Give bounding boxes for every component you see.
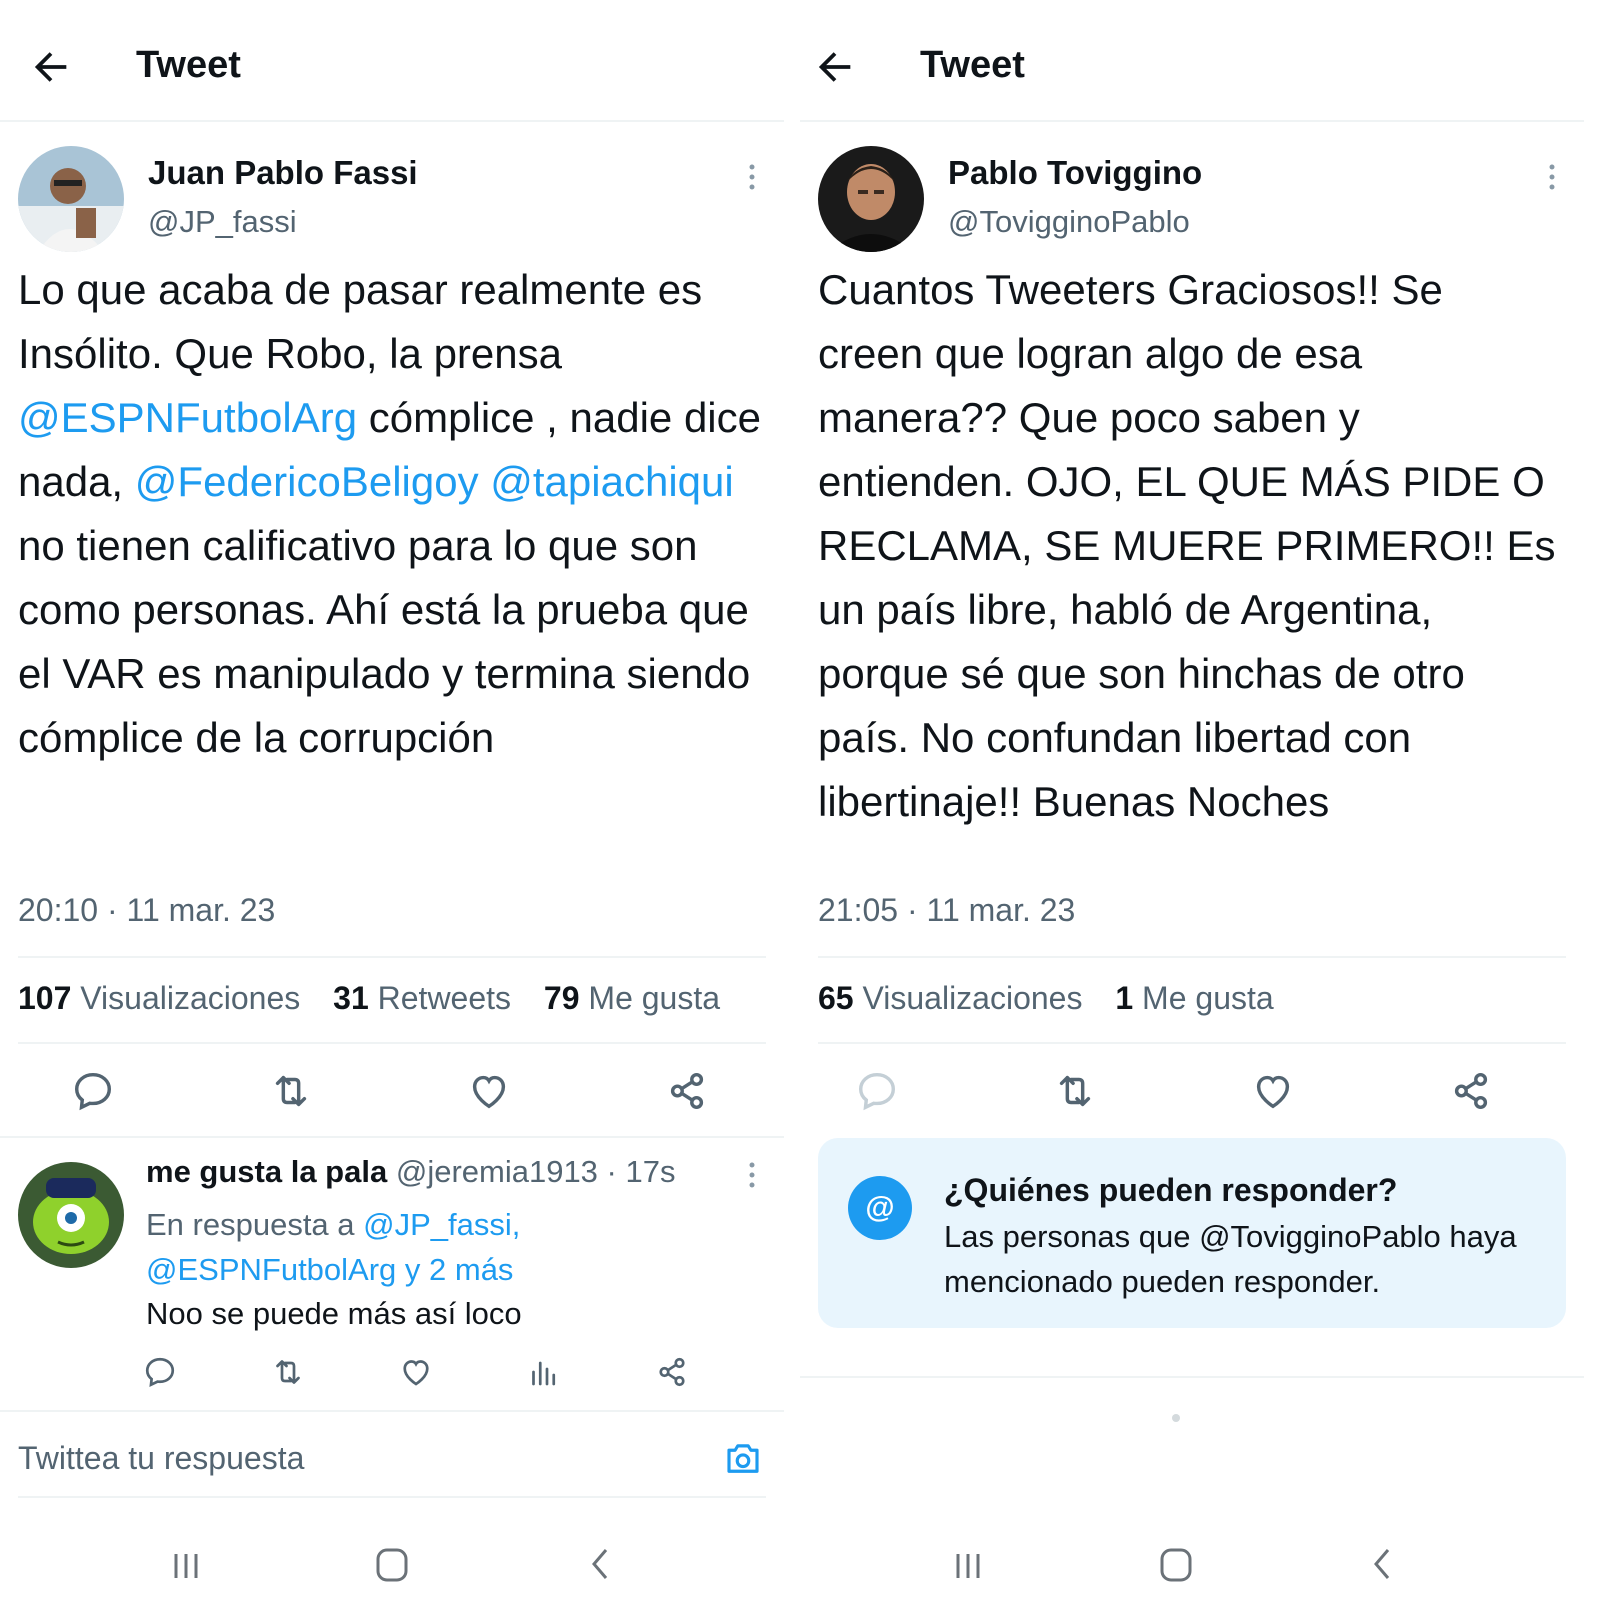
stat-label: Visualizaciones	[80, 980, 301, 1016]
nav-home-icon[interactable]	[372, 1542, 412, 1582]
author-name[interactable]: Juan Pablo Fassi	[148, 154, 418, 192]
divider	[18, 1042, 766, 1044]
divider	[18, 956, 766, 958]
stat-number: 107	[18, 980, 72, 1016]
divider	[0, 1136, 784, 1138]
reply-icon[interactable]	[142, 1354, 178, 1390]
tweet-actions	[0, 1068, 784, 1118]
tweet-actions	[800, 1068, 1584, 1118]
avatar[interactable]	[18, 146, 124, 252]
stat-label: Visualizaciones	[862, 980, 1083, 1016]
more-vertical-icon[interactable]	[746, 1160, 758, 1190]
loading-dot	[1172, 1414, 1180, 1422]
author-handle[interactable]: @TovigginoPablo	[948, 204, 1190, 240]
text-segment: no tienen calificativo para lo que son c…	[18, 522, 751, 761]
stat-number: 65	[818, 980, 854, 1016]
stat-number: 79	[543, 980, 580, 1016]
more-vertical-icon[interactable]	[746, 162, 758, 192]
reply-avatar[interactable]	[18, 1162, 124, 1268]
nav-recents-icon[interactable]	[166, 1542, 206, 1582]
stat-number: 31	[333, 980, 369, 1016]
retweet-icon[interactable]	[270, 1354, 306, 1390]
reply-author-name[interactable]: me gusta la pala	[146, 1154, 387, 1189]
stat-label: Me gusta	[1142, 980, 1274, 1016]
reply-actions	[0, 1354, 784, 1394]
divider	[818, 956, 1566, 958]
share-icon[interactable]	[1448, 1068, 1494, 1114]
text-segment	[479, 458, 491, 505]
views-stat[interactable]: 65 Visualizaciones	[818, 980, 1082, 1016]
nav-recents-icon[interactable]	[948, 1542, 988, 1582]
system-nav-bar	[800, 1536, 1584, 1599]
nav-back-icon[interactable]	[1362, 1542, 1402, 1582]
tweet-stats: 65 Visualizaciones 1 Me gusta	[818, 980, 1298, 1017]
reply-compose-input[interactable]: Twittea tu respuesta	[18, 1440, 304, 1477]
avatar[interactable]	[818, 146, 924, 252]
left-tweet-panel: Tweet Juan Pablo Fassi @JP_fassi Lo que …	[0, 0, 784, 1599]
who-can-reply-text: Las personas que @TovigginoPablo haya me…	[944, 1219, 1517, 1299]
camera-icon[interactable]	[722, 1438, 764, 1480]
stat-label: Me gusta	[588, 980, 721, 1016]
reply-text: Noo se puede más así loco	[146, 1296, 522, 1331]
author-handle[interactable]: @JP_fassi	[148, 204, 297, 240]
back-arrow-icon[interactable]	[812, 44, 858, 90]
tweet-stats: 107 Visualizaciones 31 Retweets 79 Me gu…	[18, 980, 744, 1017]
top-bar: Tweet	[800, 0, 1584, 122]
like-icon[interactable]	[398, 1354, 434, 1390]
author-name[interactable]: Pablo Toviggino	[948, 154, 1202, 192]
nav-back-icon[interactable]	[580, 1542, 620, 1582]
share-icon[interactable]	[664, 1068, 710, 1114]
text-segment: Lo que acaba de pasar realmente es Insól…	[18, 266, 703, 377]
who-can-reply-title: ¿Quiénes pueden responder?	[944, 1172, 1398, 1208]
likes-stat[interactable]: 1 Me gusta	[1115, 980, 1273, 1016]
share-icon[interactable]	[654, 1354, 690, 1390]
reply-context: En respuesta a @JP_fassi, @ESPNFutbolArg…	[146, 1202, 766, 1292]
divider	[18, 1496, 766, 1498]
system-nav-bar	[0, 1536, 784, 1599]
more-vertical-icon[interactable]	[1546, 162, 1558, 192]
panel-gap	[784, 0, 800, 1599]
views-stat[interactable]: 107 Visualizaciones	[18, 980, 300, 1016]
tweet-timestamp[interactable]: 20:10 · 11 mar. 23	[18, 892, 275, 929]
mention-link[interactable]: @ESPNFutbolArg	[18, 394, 357, 441]
divider	[800, 1376, 1584, 1378]
reply-icon	[858, 1072, 896, 1111]
views-icon[interactable]	[526, 1354, 562, 1390]
page-title: Tweet	[136, 44, 241, 86]
likes-stat[interactable]: 79 Me gusta	[544, 980, 720, 1016]
back-arrow-icon[interactable]	[28, 44, 74, 90]
stat-label: Retweets	[377, 980, 512, 1016]
nav-home-icon[interactable]	[1156, 1542, 1196, 1582]
top-bar: Tweet	[0, 0, 784, 122]
mention-link[interactable]: @FedericoBeligoy	[135, 458, 479, 505]
retweets-stat[interactable]: 31 Retweets	[333, 980, 511, 1016]
tweet-text: Lo que acaba de pasar realmente es Insól…	[18, 258, 778, 770]
page-title: Tweet	[920, 44, 1025, 86]
divider	[0, 1410, 784, 1412]
stat-number: 1	[1115, 980, 1134, 1016]
at-icon: @	[848, 1176, 912, 1240]
tweet-timestamp[interactable]: 21:05 · 11 mar. 23	[818, 892, 1075, 929]
who-can-reply-notice: @ ¿Quiénes pueden responder? Las persona…	[818, 1138, 1566, 1328]
like-icon[interactable]	[466, 1068, 512, 1114]
retweet-icon[interactable]	[1052, 1068, 1098, 1114]
right-tweet-panel: Tweet Pablo Toviggino @TovigginoPablo Cu…	[800, 0, 1584, 1599]
tweet-text: Cuantos Tweeters Graciosos!! Se creen qu…	[818, 266, 1556, 825]
reply-handle-time[interactable]: @jeremia1913 · 17s	[396, 1154, 676, 1189]
reply-header: me gusta la pala @jeremia1913 · 17s	[146, 1154, 675, 1190]
reply-context-label: En respuesta a	[146, 1207, 364, 1242]
like-icon[interactable]	[1250, 1068, 1296, 1114]
reply-icon[interactable]	[70, 1068, 116, 1114]
divider	[818, 1042, 1566, 1044]
mention-link[interactable]: @tapiachiqui	[490, 458, 733, 505]
retweet-icon[interactable]	[268, 1068, 314, 1114]
